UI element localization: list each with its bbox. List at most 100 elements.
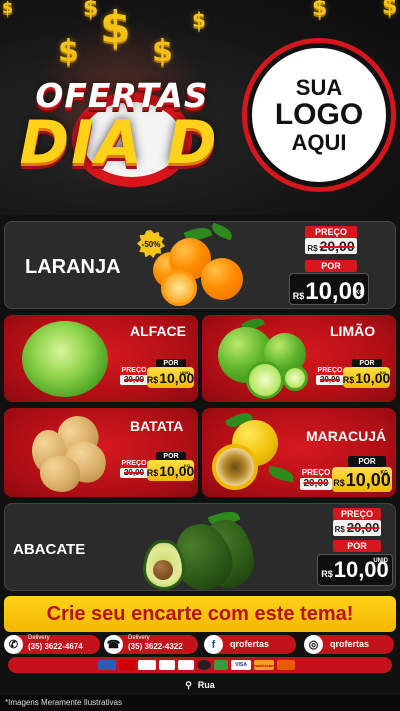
product-card-abacate[interactable]: ABACATE PREÇO R$ 20,00 POR R$ 10,00 UNID [4, 503, 396, 591]
old-price: R$ 20,00 [305, 238, 357, 254]
instagram-icon: ◎ [304, 635, 323, 654]
dollar-coin-icon: $ [2, 0, 14, 17]
currency: R$ [146, 375, 159, 385]
price-unit: KG [380, 470, 389, 476]
product-card-limao[interactable]: LIMÃO POR PREÇO 20,00 R$ 10,00 KG [202, 315, 396, 402]
new-price: R$ 10,00 UNID [147, 367, 194, 388]
payment-methods: VISA mastercard [98, 658, 308, 672]
currency: R$ [321, 569, 333, 579]
new-price: R$ 10,00 KG [343, 367, 390, 388]
logo-line-2: LOGO [274, 98, 364, 132]
product-name: LIMÃO [330, 323, 376, 339]
dollar-coin-icon: $ [192, 8, 206, 32]
visa-logo: VISA [231, 660, 251, 670]
preco-label: PREÇO [120, 366, 148, 375]
old-price-value: 20,00 [123, 375, 145, 384]
card-logo [159, 660, 175, 670]
logo-line-1: SUA [295, 75, 343, 101]
contact-facebook[interactable]: f qrofertas [204, 635, 296, 654]
contact-instagram[interactable]: ◎ qrofertas [304, 635, 394, 654]
old-price-value: 20,00 [319, 238, 355, 254]
old-price: 20,00 [300, 478, 332, 490]
contact-whatsapp[interactable]: ✆ Delivery (35) 3622-4674 [4, 635, 100, 654]
preco-label: PREÇO [300, 468, 332, 478]
old-price-value: 20,00 [346, 520, 380, 535]
price-unit: UNID [373, 558, 388, 564]
logo-line-3: AQUI [291, 129, 347, 155]
old-price-value: 20,00 [303, 478, 329, 489]
old-price: 20,00 [316, 375, 344, 385]
old-price: 20,00 [120, 468, 148, 478]
instagram-handle: qrofertas [330, 639, 370, 649]
lettuce-illustration [22, 321, 108, 397]
product-card-maracuja[interactable]: MARACUJÁ POR PREÇO 20,00 R$ 10,00 KG [202, 408, 396, 497]
price-unit: UNID [180, 370, 190, 375]
preco-label: PREÇO [305, 226, 357, 238]
orange-fruit [201, 258, 243, 300]
currency: R$ [292, 291, 305, 301]
old-price-value: 20,00 [123, 468, 145, 477]
leaf-icon [267, 465, 295, 483]
currency: R$ [146, 468, 159, 478]
orange-slice [161, 270, 197, 306]
new-price: R$ 10,00 KG [332, 467, 392, 492]
contact-label: Delivery [128, 635, 150, 641]
whatsapp-icon: ✆ [4, 635, 23, 654]
new-price: R$ 10,00 UNID [317, 554, 393, 586]
price-unit: KG [380, 370, 386, 375]
currency: R$ [333, 478, 345, 488]
promo-title-bottom: DIA D [19, 108, 219, 178]
cta-banner[interactable]: Crie seu encarte com este tema! [4, 596, 396, 632]
phone-icon: ☎ [104, 635, 123, 654]
card-logo [98, 660, 116, 670]
product-name: MARACUJÁ [306, 428, 387, 444]
old-price: 20,00 [120, 375, 148, 385]
leaf-icon [209, 222, 235, 241]
product-card-batata[interactable]: BATATA POR PREÇO 20,00 R$ 10,00 KG [4, 408, 198, 497]
card-logo [197, 660, 211, 670]
preco-label: PREÇO [316, 366, 344, 375]
store-logo-placeholder[interactable]: SUA LOGO AQUI [247, 43, 391, 187]
old-currency: R$ [334, 525, 345, 534]
old-price: R$ 20,00 [333, 520, 381, 536]
disclaimer: *Imagens Meramente Ilustrativas [0, 695, 400, 711]
lime-slice [282, 365, 308, 391]
product-card-laranja[interactable]: LARANJA -50% PREÇO R$ 20,00 POR R$ 10,00 … [4, 221, 396, 309]
product-name: LARANJA [25, 256, 121, 278]
facebook-icon: f [204, 635, 223, 654]
product-name: ALFACE [130, 323, 186, 339]
por-label: POR [305, 260, 357, 272]
contact-label: Delivery [28, 635, 50, 641]
dollar-coin-icon: $ [83, 0, 99, 21]
new-price: R$ 10,00 KG [147, 460, 194, 481]
card-logo [214, 660, 228, 670]
mastercard-logo: mastercard [253, 660, 275, 670]
contact-phone[interactable]: ☎ Delivery (35) 3622-4322 [104, 635, 198, 654]
payment-methods-bar: VISA mastercard [8, 657, 392, 673]
price-unit: KG [355, 290, 364, 296]
contact-phone: (35) 3622-4322 [128, 642, 183, 651]
card-logo [119, 660, 135, 670]
card-logo [178, 660, 194, 670]
old-currency: R$ [307, 244, 318, 253]
avocado-pit [153, 560, 173, 580]
dollar-coin-icon: $ [312, 0, 328, 21]
address-text: Rua [197, 680, 215, 690]
product-name: ABACATE [13, 541, 86, 558]
lime-slice [246, 361, 284, 399]
por-label: POR [333, 540, 381, 552]
product-name: BATATA [130, 418, 184, 434]
product-card-alface[interactable]: ALFACE POR PREÇO 20,00 R$ 10,00 UNID [4, 315, 198, 402]
preco-label: PREÇO [333, 508, 381, 520]
potato [40, 456, 80, 492]
new-price: R$ 10,00 KG [289, 273, 369, 305]
location-pin-icon: ⚲ [185, 679, 192, 690]
header-banner: $ $ $ $ $ $ $ $ OFERTAS DIA D SUA LOGO A… [0, 0, 400, 215]
old-price-value: 20,00 [319, 375, 341, 384]
price-unit: KG [184, 463, 190, 468]
card-logo [138, 660, 156, 670]
passion-fruit-half [212, 444, 258, 490]
card-logo [277, 660, 295, 670]
facebook-handle: qrofertas [230, 639, 270, 649]
por-label: POR [348, 456, 386, 467]
